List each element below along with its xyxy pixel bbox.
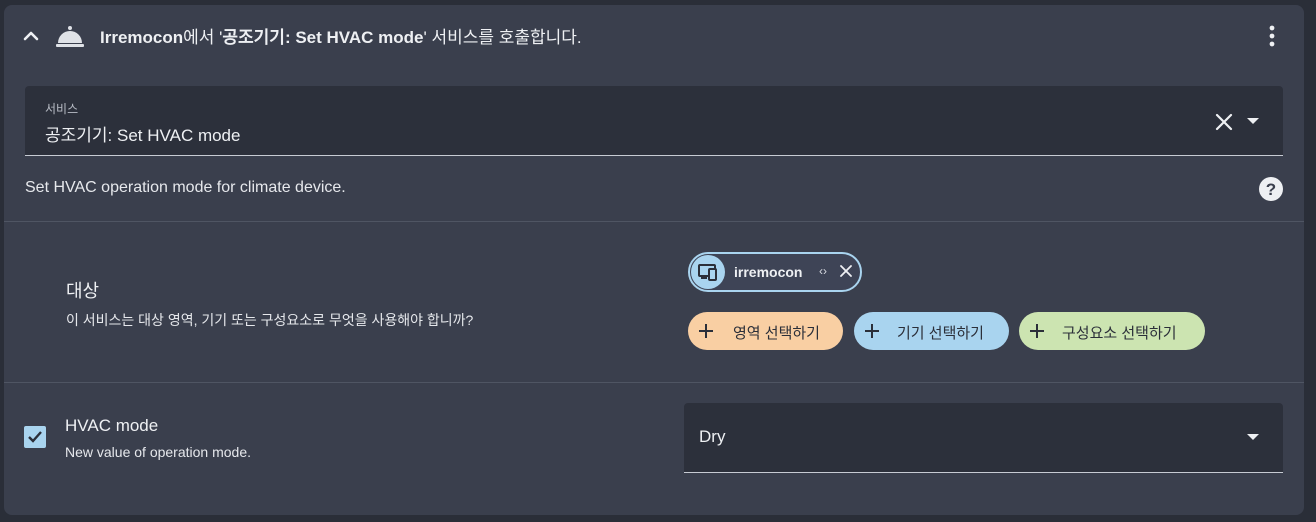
dropdown-caret-icon[interactable]	[1246, 433, 1260, 442]
hvac-mode-title: HVAC mode	[65, 416, 159, 435]
dropdown-caret-icon[interactable]	[1245, 116, 1261, 126]
hvac-mode-checkbox[interactable]	[24, 426, 46, 448]
service-action-card: Irremocon에서 '공조기기: Set HVAC mode' 서비스를 호…	[4, 5, 1304, 515]
expand-code-icon[interactable]: ‹›	[819, 264, 827, 278]
add-entity-button[interactable]: 구성요소 선택하기	[1019, 312, 1205, 350]
plus-icon	[699, 324, 713, 338]
add-entity-label: 구성요소 선택하기	[1062, 325, 1177, 342]
service-select[interactable]: 서비스 공조기기: Set HVAC mode	[25, 86, 1283, 156]
target-title: 대상	[66, 281, 100, 301]
hvac-mode-select[interactable]: Dry	[684, 403, 1283, 473]
plus-icon	[1030, 324, 1044, 338]
add-area-label: 영역 선택하기	[733, 325, 820, 342]
remove-chip-icon[interactable]	[840, 265, 852, 277]
service-value[interactable]: 공조기기: Set HVAC mode	[45, 121, 240, 146]
add-device-label: 기기 선택하기	[897, 325, 984, 342]
devices-icon	[691, 255, 725, 289]
clear-icon[interactable]	[1215, 113, 1233, 131]
title-end: ' 서비스를 호출합니다.	[423, 28, 582, 47]
hvac-mode-value: Dry	[699, 427, 726, 446]
plus-icon	[865, 324, 879, 338]
help-icon[interactable]: ?	[1258, 176, 1284, 202]
more-vert-icon[interactable]	[1260, 23, 1284, 49]
divider	[4, 382, 1304, 383]
service-description: Set HVAC operation mode for climate devi…	[25, 179, 346, 196]
add-area-button[interactable]: 영역 선택하기	[688, 312, 843, 350]
svg-text:?: ?	[1266, 180, 1276, 199]
room-service-icon	[56, 26, 84, 47]
title-entity: Irremocon	[100, 28, 184, 47]
target-chip-device[interactable]: irremocon ‹›	[688, 252, 862, 292]
card-header[interactable]: Irremocon에서 '공조기기: Set HVAC mode' 서비스를 호…	[4, 5, 1304, 67]
chip-label: irremocon	[734, 264, 803, 280]
title-service: 공조기기: Set HVAC mode	[222, 28, 424, 47]
chevron-up-icon[interactable]	[20, 25, 42, 47]
add-device-button[interactable]: 기기 선택하기	[854, 312, 1009, 350]
service-label: 서비스	[45, 102, 79, 116]
card-title: Irremocon에서 '공조기기: Set HVAC mode' 서비스를 호…	[100, 23, 582, 48]
check-icon	[28, 431, 42, 443]
target-subtitle: 이 서비스는 대상 영역, 기기 또는 구성요소로 무엇을 사용해야 합니까?	[66, 312, 474, 328]
divider	[4, 221, 1304, 222]
hvac-mode-subtitle: New value of operation mode.	[65, 444, 251, 460]
title-mid: 에서 '	[183, 28, 223, 47]
